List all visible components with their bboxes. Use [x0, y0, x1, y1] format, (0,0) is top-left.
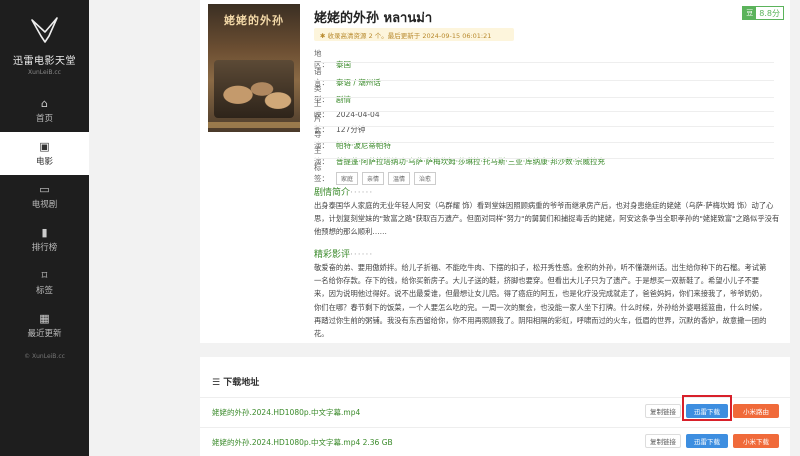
tag-chip[interactable]: 家庭 [336, 172, 359, 185]
poster-title: 姥姥的外孙 [224, 14, 284, 27]
review-line: 再踏过你生前的粥铺。我没有东西留给你，你不用再照顾我了。阴阳相隔的彩虹，呼啸而过… [314, 315, 767, 325]
synopsis-line: 他预想的那么顺利…… [314, 227, 387, 237]
list-icon: ☰ [212, 378, 224, 388]
nav-label: 标签 [35, 285, 53, 296]
divider [314, 111, 774, 112]
download-file-link[interactable]: 姥姥的外孙.2024.HD1080p.中文字幕.mp4 [212, 407, 360, 418]
movie-title: 姥姥的外孙 หลานม่า [314, 11, 433, 26]
divider [314, 126, 774, 127]
mi-download-button[interactable]: 小米下载 [733, 434, 779, 448]
info-tags: 标签： 家庭 亲情 温情 治愈 [314, 162, 440, 185]
nav-label: 电影 [35, 156, 53, 167]
sidebar: 迅雷电影天堂 XunLeiB.cc ⌂ 首页 ▣ 电影 ▭ 电视剧 ▮ 排行榜 … [0, 0, 89, 456]
download-file-link[interactable]: 姥姥的外孙.2024.HD1080p.中文字幕.mp4 2.36 GB [212, 437, 393, 448]
site-logo[interactable]: 迅雷电影天堂 XunLeiB.cc [0, 0, 89, 89]
synopsis-title: 剧情简介 [314, 188, 351, 198]
synopsis-dots: ······ [350, 188, 374, 198]
nav-ranking[interactable]: ▮ 排行榜 [0, 218, 89, 261]
review-line: 一名给你存款。存下的钱，给你买新房子。大儿子送的鞋，挤脚也要穿。但看出大儿子只为… [314, 276, 760, 286]
poster-footer [208, 122, 300, 128]
copy-link-button[interactable]: 复制链接 [645, 404, 681, 418]
nav-home[interactable]: ⌂ 首页 [0, 89, 89, 132]
divider [314, 142, 774, 143]
poster-art [214, 60, 294, 118]
nav-recent[interactable]: ▦ 最近更新 [0, 304, 89, 347]
douban-score-badge: 豆 8.8分 [742, 6, 784, 20]
review-line: 花。 [314, 329, 329, 339]
mi-router-button[interactable]: 小米路由 [733, 404, 779, 418]
highlight-box [682, 395, 732, 421]
download-heading: ☰ 下载地址 [212, 375, 259, 388]
tag-chip[interactable]: 亲情 [362, 172, 385, 185]
resource-notice: ✱ 收录高清资源 2 个。最后更新于 2024-09-15 06:01:21 [314, 28, 514, 41]
tv-icon: ▭ [39, 182, 50, 196]
review-title: 精彩影评 [314, 250, 351, 260]
download-row: 姥姥的外孙.2024.HD1080p.中文字幕.mp4 2.36 GB 复制链接… [200, 427, 790, 453]
nav-tv[interactable]: ▭ 电视剧 [0, 175, 89, 218]
nav-movies[interactable]: ▣ 电影 [0, 132, 89, 175]
film-icon: ▣ [39, 139, 50, 153]
douban-icon: 豆 [743, 7, 757, 19]
download-card: ☰ 下载地址 姥姥的外孙.2024.HD1080p.中文字幕.mp4 复制链接 … [200, 357, 790, 456]
synopsis-heading: 剧情简介······ [314, 185, 373, 198]
divider [314, 80, 774, 81]
review-line: 敬爱奋的弟、要用傲娇拌。给儿子折福、不能吃牛肉、下摆的扣子，松开秀性感。金积的外… [314, 263, 767, 272]
tag-chip[interactable]: 温情 [388, 172, 411, 185]
review-dots: ······ [350, 250, 374, 260]
site-name: 迅雷电影天堂 [13, 56, 76, 67]
movie-poster[interactable]: 姥姥的外孙 [208, 4, 300, 132]
site-url: XunLeiB.cc [28, 69, 61, 76]
download-title: 下载地址 [223, 378, 260, 388]
review-heading: 精彩影评······ [314, 247, 373, 260]
synopsis-line: 思，计划复刻堂妹的"致富之路"获取百万遗产。但面对同样"努力"的舅舅们和捕捉毒舌… [314, 214, 780, 224]
thunder-download-button[interactable]: 迅雷下载 [686, 434, 728, 448]
copy-link-button[interactable]: 复制链接 [645, 434, 681, 448]
divider [314, 97, 774, 98]
movie-detail-card: 姥姥的外孙 姥姥的外孙 หลานม่า 豆 8.8分 ✱ 收录高清资源 2 个。… [200, 0, 790, 343]
info-label: 标签： [314, 163, 329, 183]
divider [314, 158, 774, 159]
synopsis-line: 出身泰国华人家庭的无业年轻人阿安（乌群耀 饰）看到堂妹因照顾病重的爷爷而继承房产… [314, 201, 774, 210]
home-icon: ⌂ [41, 96, 48, 110]
copyright: © XunLeiB.cc [24, 353, 65, 360]
score-value: 8.8分 [759, 8, 780, 18]
nav-tags[interactable]: ⌑ 标签 [0, 261, 89, 304]
review-text: 敬爱奋的弟、要用傲娇拌。给儿子折福、不能吃牛肉、下摆的扣子，松开秀性感。金积的外… [314, 261, 780, 340]
bird-logo-icon [30, 17, 58, 43]
tag-chip[interactable]: 治愈 [414, 172, 437, 185]
review-line: 你们在哪？春节剩下的饭菜，一个人要怎么吃的完。一周一次的聚会，也没能一家人坐下打… [314, 302, 767, 312]
nav-label: 首页 [35, 113, 53, 124]
nav-label: 电视剧 [31, 199, 58, 210]
nav-label: 排行榜 [31, 242, 58, 253]
divider [314, 62, 774, 63]
nav-label: 最近更新 [27, 328, 62, 339]
synopsis-text: 出身泰国华人家庭的无业年轻人阿安（乌群耀 饰）看到堂妹因照顾病重的爷爷而继承房产… [314, 199, 780, 239]
bookmark-icon: ⌑ [41, 268, 48, 282]
bar-chart-icon: ▮ [41, 225, 48, 239]
calendar-icon: ▦ [39, 311, 50, 325]
review-line: 来，因为说明他过得好。说不出最爱谁，但最想让女儿陪。得了癌症的阿五，也是化疗没完… [314, 289, 767, 299]
